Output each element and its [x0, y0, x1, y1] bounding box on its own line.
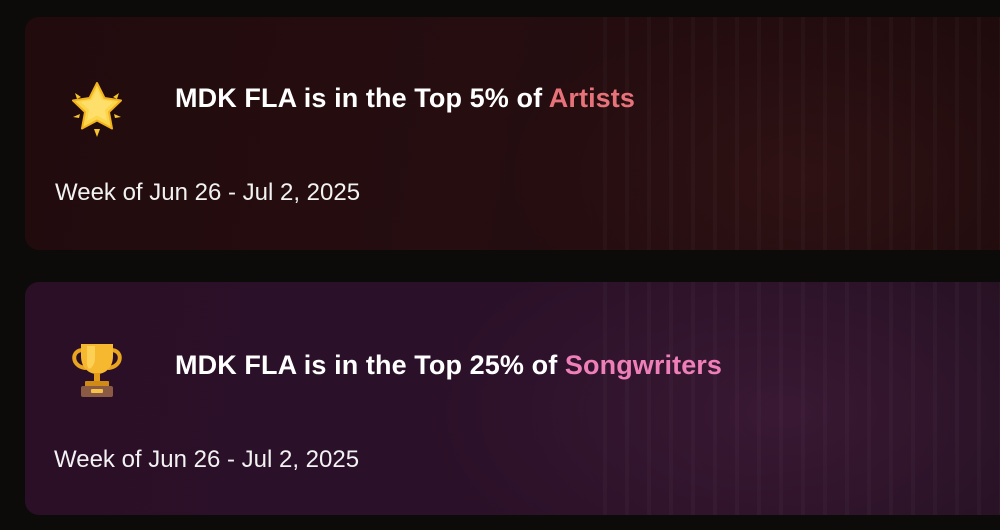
card-background-texture	[585, 282, 1000, 515]
ranking-week: Week of Jun 26 - Jul 2, 2025	[55, 179, 361, 206]
ranking-category: Songwriters	[564, 350, 723, 380]
ranking-card-artists[interactable]: MDK FLA is in the Top 5% of Artists Week…	[25, 17, 1000, 250]
ranking-title: MDK FLA is in the Top 5% of Artists	[175, 83, 636, 113]
ranking-card-songwriters[interactable]: MDK FLA is in the Top 25% of Songwriters…	[25, 282, 1000, 515]
trophy-icon	[72, 344, 122, 397]
glowing-star-icon	[72, 82, 122, 137]
ranking-title: MDK FLA is in the Top 25% of Songwriters	[175, 350, 723, 380]
ranking-week: Week of Jun 26 - Jul 2, 2025	[54, 446, 360, 473]
card-background-texture	[585, 17, 1000, 250]
ranking-category: Artists	[548, 83, 636, 113]
